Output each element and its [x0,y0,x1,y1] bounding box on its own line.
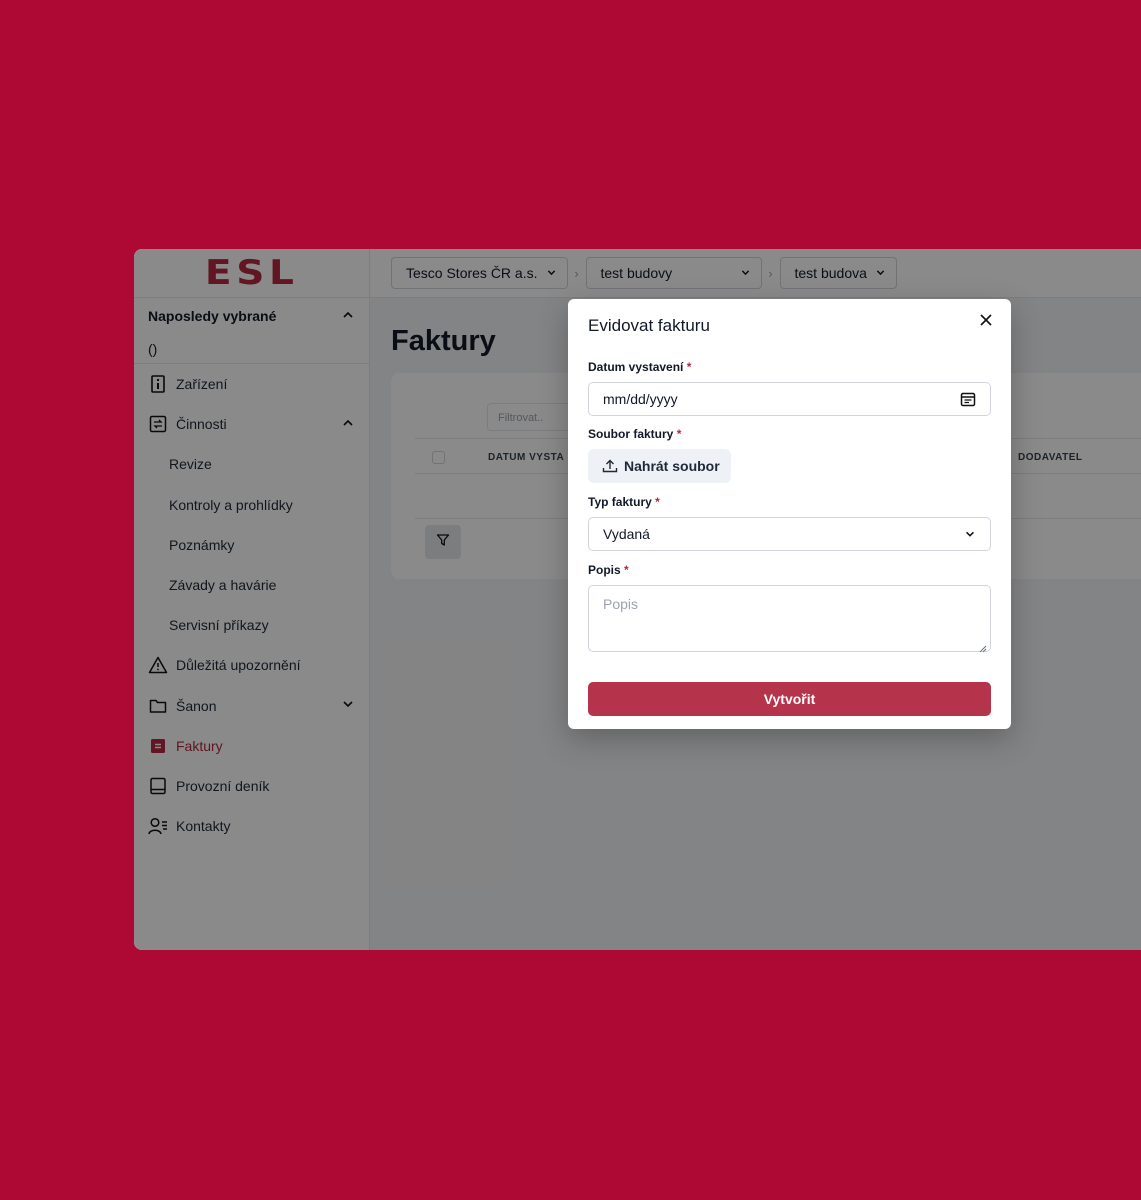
resize-grip-icon[interactable] [979,640,987,653]
date-input[interactable]: mm/dd/yyyy [588,382,991,416]
required-marker: * [655,495,660,509]
file-label: Soubor faktury * [588,427,681,441]
date-label-text: Datum vystavení [588,360,684,374]
modal-title: Evidovat fakturu [588,316,710,335]
description-textarea[interactable]: Popis [588,585,991,653]
type-label: Typ faktury * [588,495,660,509]
upload-button-label: Nahrát soubor [624,458,720,474]
file-label-text: Soubor faktury [588,427,674,441]
upload-icon [602,459,618,473]
chevron-down-icon [964,528,976,540]
date-label: Datum vystavení * [588,360,691,374]
required-marker: * [686,360,692,374]
close-icon[interactable] [977,311,995,329]
invoice-type-select[interactable]: Vydaná [588,517,991,551]
create-button[interactable]: Vytvořit [588,682,991,716]
description-label-text: Popis [588,563,621,577]
required-marker: * [676,427,682,441]
required-marker: * [624,563,629,577]
create-invoice-modal: Evidovat fakturu Datum vystavení * mm/dd… [568,299,1011,729]
invoice-type-value: Vydaná [603,526,650,542]
description-placeholder: Popis [603,596,639,612]
date-input-value: mm/dd/yyyy [603,391,678,407]
upload-file-button[interactable]: Nahrát soubor [588,449,731,483]
description-label: Popis * [588,563,629,577]
calendar-icon[interactable] [960,391,976,407]
type-label-text: Typ faktury [588,495,652,509]
